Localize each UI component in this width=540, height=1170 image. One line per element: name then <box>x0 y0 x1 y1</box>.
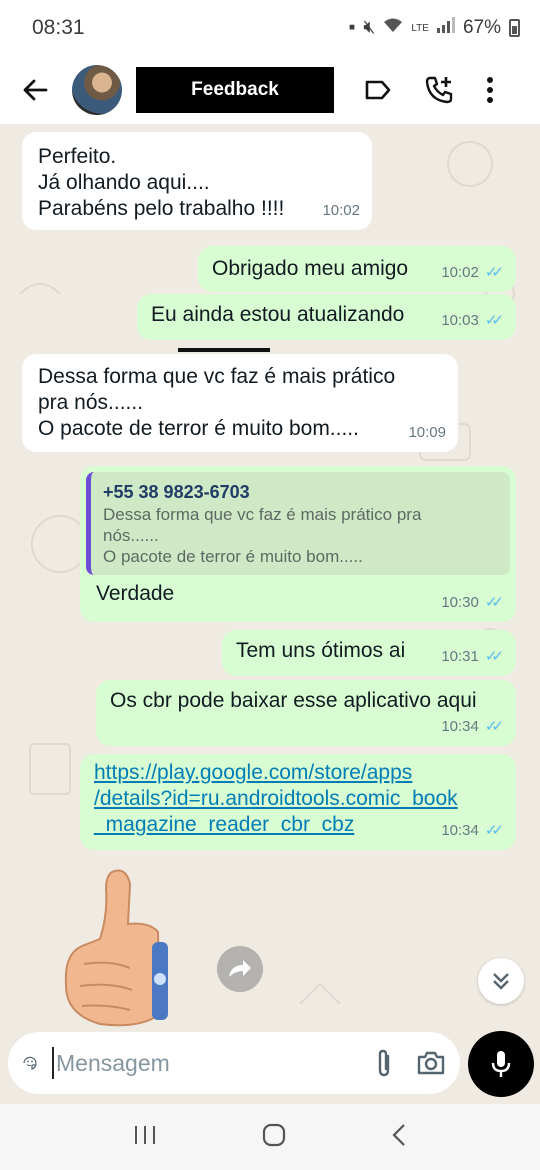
camera-icon[interactable] <box>416 1050 446 1076</box>
system-nav-bar <box>0 1104 540 1170</box>
add-call-icon[interactable] <box>424 75 454 105</box>
avatar[interactable] <box>72 65 122 115</box>
message-outgoing-reply[interactable]: +55 38 9823-6703 Dessa forma que vc faz … <box>80 466 516 622</box>
chat-area[interactable]: Perfeito. Já olhando aqui.... Parabéns p… <box>0 124 540 1030</box>
sticker-icon[interactable] <box>22 1047 38 1079</box>
read-ticks-icon: ✓✓ <box>484 718 504 735</box>
read-ticks-icon: ✓✓ <box>484 648 504 665</box>
message-outgoing-link[interactable]: https://play.google.com/store/apps /deta… <box>80 754 516 850</box>
message-incoming[interactable]: Dessa forma que vc faz é mais prático pr… <box>22 354 458 452</box>
message-time: 10:34 <box>441 718 479 735</box>
message-time: 10:31 <box>441 648 479 665</box>
message-incoming[interactable]: Perfeito. Já olhando aqui.... Parabéns p… <box>22 132 372 230</box>
signal-icon <box>436 17 455 39</box>
chat-title[interactable]: Feedback <box>136 67 334 113</box>
message-composer <box>8 1032 460 1094</box>
quoted-message[interactable]: +55 38 9823-6703 Dessa forma que vc faz … <box>86 472 510 575</box>
wifi-icon <box>383 17 403 39</box>
status-time: 08:31 <box>32 16 85 39</box>
scroll-down-icon[interactable] <box>478 958 524 1004</box>
network-type: LTE <box>411 22 429 34</box>
label-icon[interactable] <box>364 79 392 101</box>
recent-apps-icon[interactable] <box>133 1124 157 1151</box>
message-time: 10:34 <box>441 822 479 839</box>
read-ticks-icon: ✓✓ <box>484 312 504 329</box>
message-outgoing[interactable]: Obrigado meu amigo 10:02 ✓✓ <box>198 246 516 292</box>
battery-icon <box>509 19 520 37</box>
message-time: 10:09 <box>408 424 446 441</box>
status-bar: 08:31 ▪ 🔇︎ LTE 67% <box>0 0 540 56</box>
divider-bar <box>178 348 270 352</box>
sim-icon: ▪ <box>348 17 356 38</box>
message-outgoing[interactable]: Os cbr pode baixar esse aplicativo aqui … <box>96 680 516 746</box>
mute-icon: 🔇︎ <box>363 17 376 38</box>
read-ticks-icon: ✓✓ <box>484 594 504 611</box>
attach-icon[interactable] <box>374 1048 394 1078</box>
message-text: Perfeito. Já olhando aqui.... Parabéns p… <box>38 145 285 220</box>
message-input[interactable] <box>52 1047 352 1079</box>
message-outgoing[interactable]: Eu ainda estou atualizando 10:03 ✓✓ <box>137 294 516 340</box>
message-time: 10:30 <box>441 594 479 611</box>
back-arrow-icon[interactable] <box>10 65 60 115</box>
more-vert-icon[interactable] <box>486 76 494 104</box>
quoted-text: Dessa forma que vc faz é mais prático pr… <box>103 505 422 566</box>
message-time: 10:02 <box>322 202 360 219</box>
message-time: 10:02 <box>441 264 479 281</box>
message-outgoing[interactable]: Tem uns ótimos ai 10:31 ✓✓ <box>222 630 516 676</box>
status-icons: ▪ 🔇︎ LTE 67% <box>349 17 520 39</box>
battery-percent: 67% <box>462 17 501 38</box>
read-ticks-icon: ✓✓ <box>484 264 504 281</box>
forward-icon[interactable] <box>217 946 263 992</box>
read-ticks-icon: ✓✓ <box>484 822 504 839</box>
home-icon[interactable] <box>262 1123 286 1152</box>
message-time: 10:03 <box>441 312 479 329</box>
message-text: Os cbr pode baixar esse aplicativo aqui <box>110 689 477 712</box>
thumbs-up-sticker[interactable] <box>60 864 180 1030</box>
message-text: Dessa forma que vc faz é mais prático pr… <box>38 365 396 440</box>
mic-icon[interactable] <box>468 1031 534 1097</box>
chat-header: Feedback <box>0 56 540 124</box>
back-nav-icon[interactable] <box>391 1123 407 1152</box>
quoted-sender: +55 38 9823-6703 <box>103 482 250 502</box>
